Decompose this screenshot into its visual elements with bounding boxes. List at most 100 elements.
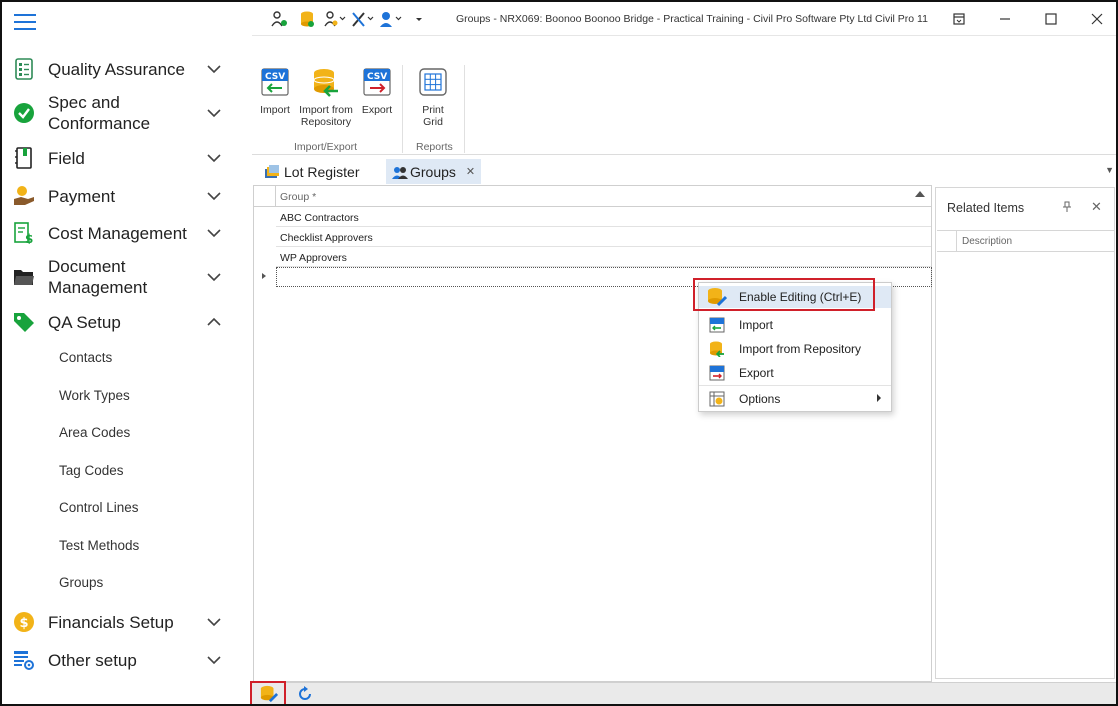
row-indicator-header <box>937 231 957 251</box>
menu-item-import-from-repository[interactable]: Import from Repository <box>699 338 891 360</box>
submenu-arrow-icon <box>877 394 881 402</box>
tab-groups[interactable]: Groups ✕ <box>386 159 482 184</box>
tab-label: Lot Register <box>284 163 360 180</box>
import-button[interactable]: CSV Import <box>258 67 292 116</box>
sidebar-subitem-test-methods[interactable]: Test Methods <box>59 538 139 553</box>
sidebar-item-quality-assurance[interactable]: Quality Assurance <box>2 56 250 82</box>
column-header-group[interactable]: Group * <box>280 191 316 203</box>
sidebar-item-qa-setup[interactable]: QA Setup <box>2 309 250 335</box>
person-dropdown-icon[interactable] <box>379 10 403 28</box>
print-label-line1: Print <box>422 104 444 116</box>
sidebar-item-cost-management[interactable]: $ Cost Management <box>2 220 250 246</box>
database-edit-icon <box>260 685 278 703</box>
chevron-up-icon <box>207 317 221 326</box>
folder-icon <box>13 266 35 288</box>
print-grid-button[interactable]: Print Grid <box>415 67 451 128</box>
related-grid-header: Description <box>937 230 1115 252</box>
tab-close-icon[interactable]: ✕ <box>466 165 475 178</box>
sidebar-subitem-work-types[interactable]: Work Types <box>59 388 130 403</box>
app-window: Quality Assurance Spec and Conformance F… <box>0 0 1118 706</box>
sidebar-item-other-setup[interactable]: Other setup <box>2 647 250 673</box>
maximize-button[interactable] <box>1038 8 1064 30</box>
checklist-icon <box>13 58 35 80</box>
sidebar-item-payment[interactable]: Payment <box>2 183 250 209</box>
window-title: Groups - NRX069: Boonoo Boonoo Bridge - … <box>456 13 928 25</box>
tab-lot-register[interactable]: Lot Register <box>258 159 365 184</box>
menu-separator <box>699 385 891 386</box>
customize-toolbar-icon[interactable] <box>407 10 431 28</box>
refresh-button[interactable] <box>294 685 316 703</box>
status-bar <box>252 682 1116 704</box>
check-circle-icon <box>13 102 35 124</box>
sidebar-subitem-area-codes[interactable]: Area Codes <box>59 425 130 440</box>
title-bar: Groups - NRX069: Boonoo Boonoo Bridge - … <box>252 2 1116 36</box>
svg-text:CSV: CSV <box>367 72 387 82</box>
menu-item-options[interactable]: Options <box>699 388 891 410</box>
database-import-icon <box>313 69 338 97</box>
ribbon-separator <box>402 65 403 153</box>
menu-item-label: Enable Editing (Ctrl+E) <box>739 290 862 304</box>
sidebar-item-label: Document <box>48 257 126 276</box>
context-menu: Enable Editing (Ctrl+E) Import Import fr… <box>698 282 892 412</box>
export-button[interactable]: CSV Export <box>360 67 394 116</box>
sidebar-item-label: Quality Assurance <box>48 59 186 79</box>
quick-access-toolbar <box>267 10 431 28</box>
menu-item-export[interactable]: Export <box>699 362 891 384</box>
menu-item-import[interactable]: Import <box>699 314 891 336</box>
ribbon-display-options-button[interactable] <box>946 8 972 30</box>
tools-dropdown-icon[interactable] <box>351 10 375 28</box>
sidebar-item-field[interactable]: Field <box>2 145 250 171</box>
reports-group-label: Reports <box>416 141 453 153</box>
sidebar-item-label: Field <box>48 148 85 168</box>
chevron-down-icon <box>207 65 221 74</box>
table-row[interactable]: ABC Contractors <box>276 207 931 227</box>
chevron-down-icon <box>207 656 221 665</box>
dollar-coin-icon: $ <box>13 611 35 633</box>
ribbon: CSV Import Import from Repository CSV Ex… <box>252 37 1116 155</box>
sidebar-item-document-management[interactable]: Document Management <box>2 256 250 298</box>
grid-header: Group * <box>254 186 931 207</box>
sidebar-item-financials-setup[interactable]: $ Financials Setup <box>2 609 250 635</box>
close-panel-icon[interactable]: ✕ <box>1091 199 1102 215</box>
column-header-description[interactable]: Description <box>962 236 1012 247</box>
sidebar-subitem-groups[interactable]: Groups <box>59 575 103 590</box>
cost-sheet-icon: $ <box>13 222 35 244</box>
enable-editing-button[interactable] <box>258 685 280 703</box>
sidebar-subitem-control-lines[interactable]: Control Lines <box>59 500 139 515</box>
menu-item-enable-editing[interactable]: Enable Editing (Ctrl+E) <box>699 286 891 308</box>
chevron-down-icon <box>207 229 221 238</box>
sidebar-item-label: Spec and <box>48 93 120 112</box>
menu-item-label: Import <box>739 318 774 332</box>
groups-grid: Group * ABC Contractors Checklist Approv… <box>253 185 932 682</box>
user-settings-dropdown-icon[interactable] <box>323 10 347 28</box>
sidebar-subitem-contacts[interactable]: Contacts <box>59 350 112 365</box>
tab-label: Groups <box>410 163 456 180</box>
menu-item-label: Import from Repository <box>739 342 862 356</box>
sidebar-item-label: QA Setup <box>48 312 121 332</box>
sidebar-item-spec-conformance[interactable]: Spec and Conformance <box>2 92 250 134</box>
minimize-button[interactable] <box>992 8 1018 30</box>
database-icon[interactable] <box>295 10 319 28</box>
tabs-dropdown-icon[interactable]: ▼ <box>1105 165 1114 175</box>
sidebar-subitem-tag-codes[interactable]: Tag Codes <box>59 463 124 478</box>
table-row[interactable]: WP Approvers <box>276 247 931 267</box>
options-icon <box>709 391 725 407</box>
import-from-label-line1: Import from <box>299 104 353 116</box>
payment-hand-icon <box>13 185 35 207</box>
svg-text:$: $ <box>20 616 29 631</box>
svg-text:$: $ <box>25 232 33 244</box>
chevron-down-icon <box>207 192 221 201</box>
table-row[interactable]: Checklist Approvers <box>276 227 931 247</box>
close-window-button[interactable] <box>1084 8 1110 30</box>
import-from-repository-button[interactable]: Import from Repository <box>296 67 356 128</box>
lot-register-icon <box>265 164 279 178</box>
sidebar-item-label: Payment <box>48 186 116 206</box>
sort-ascending-icon[interactable] <box>915 191 925 197</box>
current-row-indicator-icon <box>262 273 266 279</box>
field-book-icon <box>13 147 35 169</box>
pin-icon[interactable] <box>1062 201 1072 216</box>
menu-item-label: Options <box>739 392 781 406</box>
user-action-icon[interactable] <box>267 10 291 28</box>
hamburger-menu-icon[interactable] <box>14 14 36 32</box>
sidebar-item-label: Cost Management <box>48 223 187 243</box>
